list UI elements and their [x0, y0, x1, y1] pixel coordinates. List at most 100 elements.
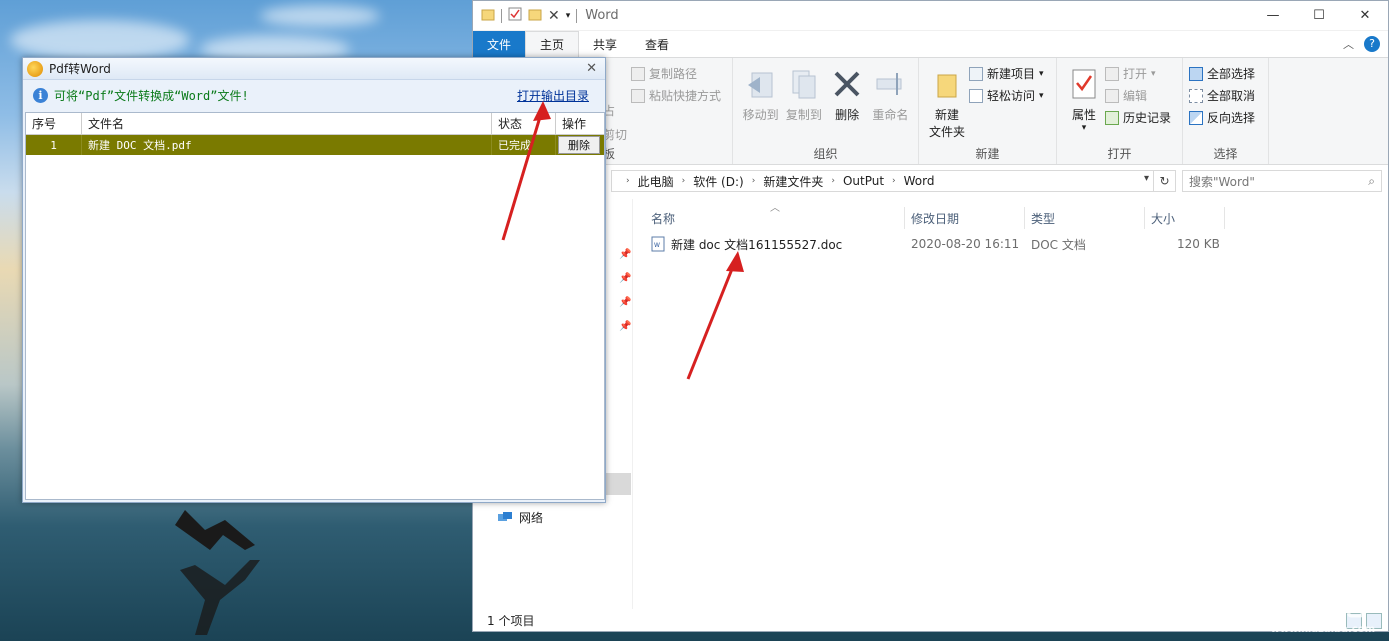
tab-view[interactable]: 查看 [631, 31, 683, 57]
open-output-dir-link[interactable]: 打开输出目录 [517, 87, 589, 104]
file-name: 新建 doc 文档161155527.doc [671, 237, 843, 252]
column-header-size[interactable]: 大小 [1145, 207, 1225, 229]
word-doc-icon: W [651, 236, 665, 252]
history-button[interactable]: 历史记录 [1105, 108, 1171, 127]
title-bar: ✕ ▾ Word — ☐ ✕ [473, 1, 1388, 31]
search-placeholder: 搜索"Word" [1189, 174, 1255, 189]
table-row[interactable]: 1 新建 DOC 文档.pdf 已完成 删除 [26, 135, 604, 155]
table-header: 序号 文件名 状态 操作 [26, 113, 604, 135]
invert-selection-button[interactable]: 反向选择 [1189, 108, 1255, 127]
invert-selection-icon [1189, 110, 1203, 125]
copy-path-button[interactable]: 复制路径 [631, 64, 721, 83]
quick-access-toolbar: ✕ ▾ [473, 1, 578, 31]
ribbon: 占 剪切 复制路径 粘贴快捷方式 板 移动到 复制到 删除 重命名 组织 新建 … [473, 57, 1388, 165]
pin-icon[interactable]: 📌 [619, 297, 631, 308]
paste-shortcut-button[interactable]: 粘贴快捷方式 [631, 86, 721, 105]
customize-dropdown-icon[interactable]: ▾ [566, 11, 571, 21]
breadcrumb-this-pc[interactable]: 此电脑 [638, 173, 674, 190]
rename-icon [872, 66, 908, 102]
address-dropdown-icon[interactable]: ▾ [1144, 173, 1149, 184]
new-item-icon [969, 66, 983, 81]
organize-group: 移动到 复制到 删除 重命名 组织 [733, 58, 919, 164]
pin-icon[interactable]: 📌 [619, 249, 631, 260]
select-none-button[interactable]: 全部取消 [1189, 86, 1255, 105]
breadcrumb-output[interactable]: OutPut [843, 174, 884, 188]
ribbon-tabs: 文件 主页 共享 查看 ︿ ? [473, 31, 1388, 57]
new-folder-icon [929, 66, 965, 102]
watermark-logo: 下载吧 www.xiazaiba.com [1270, 588, 1375, 635]
pin-icon[interactable]: 📌 [619, 273, 631, 284]
file-explorer-window: ✕ ▾ Word — ☐ ✕ 文件 主页 共享 查看 ︿ ? 占 剪切 复制路径… [472, 0, 1389, 632]
breadcrumb-drive-d[interactable]: 软件 (D:) [693, 173, 743, 190]
easy-access-button[interactable]: 轻松访问 ▾ [969, 86, 1044, 105]
row-filename: 新建 DOC 文档.pdf [82, 135, 492, 155]
file-size: 120 KB [1177, 237, 1220, 251]
new-folder-icon[interactable] [528, 7, 542, 24]
clipboard-group-label: 板 [603, 147, 616, 161]
chevron-right-icon: › [892, 176, 896, 186]
address-bar[interactable]: › 此电脑 › 软件 (D:) › 新建文件夹 › OutPut › Word ▾ ↻ [611, 170, 1176, 192]
minimize-button[interactable]: — [1250, 1, 1296, 31]
open-button[interactable]: 打开 ▾ [1105, 64, 1171, 83]
column-header-type[interactable]: 类型 [1025, 207, 1145, 229]
maximize-button[interactable]: ☐ [1296, 1, 1342, 31]
new-group: 新建 文件夹 新建项目 ▾ 轻松访问 ▾ 新建 [919, 58, 1057, 164]
column-header-filename[interactable]: 文件名 [82, 113, 492, 134]
info-icon: i [33, 87, 48, 103]
select-all-button[interactable]: 全部选择 [1189, 64, 1255, 83]
column-header-index[interactable]: 序号 [26, 113, 82, 134]
address-row: › 此电脑 › 软件 (D:) › 新建文件夹 › OutPut › Word ▾ ↻ 搜… [473, 165, 1388, 197]
svg-text:W: W [654, 242, 660, 249]
refresh-icon[interactable]: ↻ [1153, 171, 1175, 191]
edit-button[interactable]: 编辑 [1105, 86, 1171, 105]
open-group: 属性 ▾ 打开 ▾ 编辑 历史记录 打开 [1057, 58, 1183, 164]
properties-check-icon [1066, 66, 1102, 102]
select-group: 全部选择 全部取消 反向选择 选择 [1183, 58, 1269, 164]
tab-file[interactable]: 文件 [473, 31, 526, 57]
tab-share[interactable]: 共享 [579, 31, 631, 57]
breadcrumb-new-folder[interactable]: 新建文件夹 [763, 173, 823, 190]
chevron-right-icon: › [626, 176, 630, 186]
cloud [260, 5, 380, 27]
new-item-button[interactable]: 新建项目 ▾ [969, 64, 1044, 83]
delete-icon[interactable]: ✕ [548, 8, 560, 24]
cloud [10, 20, 190, 60]
copy-to-icon [786, 66, 822, 102]
dialog-title-bar: Pdf转Word ✕ [23, 58, 605, 80]
collapse-ribbon-icon[interactable]: ︿ [1343, 36, 1354, 52]
copy-path-icon [631, 66, 645, 81]
explorer-body: 📌 📌 📌 📌 网络 ︿ 名称 修改日期 类型 大小 W 新建 doc 文档16… [473, 199, 1388, 609]
tab-home[interactable]: 主页 [525, 31, 580, 57]
close-button[interactable]: ✕ [1342, 1, 1388, 31]
move-to-icon [743, 66, 779, 102]
column-header-name[interactable]: 名称 [645, 207, 905, 229]
item-count: 1 个项目 [487, 613, 535, 628]
properties-icon[interactable] [508, 7, 522, 24]
breadcrumb-word[interactable]: Word [904, 174, 935, 188]
nav-item-network[interactable]: 网络 [497, 509, 543, 526]
delete-row-button[interactable]: 删除 [558, 136, 600, 154]
conversion-table: 序号 文件名 状态 操作 1 新建 DOC 文档.pdf 已完成 删除 [25, 112, 605, 500]
new-group-label: 新建 [975, 147, 1000, 161]
paste-shortcut-icon [631, 88, 645, 103]
chevron-right-icon: › [751, 176, 756, 186]
folder-icon[interactable] [481, 7, 495, 24]
file-row[interactable]: W 新建 doc 文档161155527.doc 2020-08-20 16:1… [645, 233, 1245, 255]
dialog-close-icon[interactable]: ✕ [586, 61, 597, 76]
search-input[interactable]: 搜索"Word" ⌕ [1182, 170, 1382, 192]
select-group-label: 选择 [1213, 147, 1238, 161]
select-all-icon [1189, 66, 1203, 81]
window-title: Word [585, 8, 619, 23]
column-header-status[interactable]: 状态 [492, 113, 556, 134]
column-header-modified[interactable]: 修改日期 [905, 207, 1025, 229]
row-index: 1 [26, 135, 82, 155]
column-header-action[interactable]: 操作 [556, 113, 604, 134]
help-icon[interactable]: ? [1364, 36, 1380, 52]
network-icon [498, 511, 512, 521]
file-type: DOC 文档 [1031, 237, 1086, 252]
cut-partial-label[interactable]: 剪切 [603, 126, 627, 143]
chevron-right-icon: › [831, 176, 835, 186]
edit-icon [1105, 88, 1119, 103]
pin-icon[interactable]: 📌 [619, 321, 631, 332]
search-icon: ⌕ [1368, 173, 1375, 188]
